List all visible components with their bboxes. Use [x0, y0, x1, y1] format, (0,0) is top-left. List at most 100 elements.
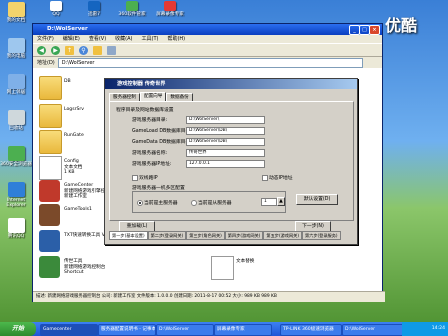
- desktop-icon[interactable]: 腾讯QQ: [0, 218, 32, 239]
- desktop-icon-label: 我的电脑: [6, 54, 26, 59]
- application-icon: [39, 230, 60, 252]
- desktop-icon-label: 迅雷7: [87, 12, 101, 17]
- youku-logo: 优酷: [385, 16, 418, 35]
- desktop-icon-label: 360软件管家: [118, 12, 146, 17]
- slave-radio-label: 当前是从服务器: [198, 201, 232, 206]
- step-tab[interactable]: 第一步(基本设置): [109, 231, 148, 240]
- field-label: GameLoad DB数据库目录:: [132, 129, 192, 134]
- step-tab[interactable]: 第四步(游戏网关): [224, 231, 264, 240]
- field-input[interactable]: D:\WolServer\DB\: [186, 127, 265, 135]
- start-button[interactable]: 开始: [0, 322, 36, 336]
- server-group: 当前是主服务器 当前是从服务器 1 ▲: [132, 191, 286, 213]
- toolbar: ◀ ▶ ↑ ⚲: [33, 43, 382, 57]
- folders-icon[interactable]: [93, 45, 102, 55]
- desktop-icon-label: QQ: [52, 12, 60, 17]
- step-tab[interactable]: 第二步(登录网关): [147, 231, 187, 240]
- application-icon: [39, 256, 60, 278]
- step-tab[interactable]: 第六步(登录服务): [301, 231, 341, 240]
- tab-2[interactable]: 数据备份: [166, 93, 193, 101]
- field-label: 游戏服务器IP地址:: [132, 162, 172, 167]
- tab-0[interactable]: 服务器控制: [109, 93, 140, 101]
- desktop-icon-image: [7, 146, 25, 161]
- dialog-tabs: 服务器控制 配置向导 数据备份: [109, 92, 193, 101]
- desktop-icon-label: 360安全浏览器: [0, 162, 32, 167]
- taskbar: 开始 Gamecenter 服务器配置说明书 - 记事本 D:\WolServer 屏…: [0, 322, 448, 336]
- menu-item[interactable]: 文件(F): [37, 36, 54, 42]
- taskbar-button[interactable]: 屏幕录像专家: [214, 324, 272, 336]
- tab-1[interactable]: 配置向导: [139, 92, 167, 101]
- desktop-icon-image: [7, 74, 25, 89]
- folder-icon: [39, 130, 62, 154]
- views-icon[interactable]: [107, 45, 116, 55]
- explorer-title: D:\WolServer: [47, 26, 88, 32]
- desktop-icon[interactable]: 360软件管家: [112, 1, 152, 17]
- file-item-label: 文本替换: [236, 259, 255, 264]
- menu-bar: 文件(F) 编辑(E) 查看(V) 收藏(A) 工具(T) 帮助(H): [33, 35, 382, 43]
- group-title: 游戏服务器一机多区配置: [132, 186, 185, 191]
- folder-icon: [39, 104, 62, 128]
- default-button[interactable]: 默认设置(D): [296, 194, 338, 205]
- folder-icon: [39, 76, 62, 100]
- desktop-icon[interactable]: 我的电脑: [0, 38, 32, 59]
- application-icon: [39, 180, 60, 202]
- taskbar-button[interactable]: Gamecenter: [40, 324, 98, 336]
- close-button[interactable]: ×: [369, 25, 380, 35]
- section-title: 程序目录及网站数据库设置: [116, 108, 174, 113]
- taskbar-button[interactable]: D:\WolServer: [342, 324, 404, 336]
- explorer-titlebar[interactable]: D:\WolServer _ □ ×: [33, 24, 382, 35]
- desktop-icon-label: 腾讯QQ: [7, 234, 25, 239]
- server-number-stepper[interactable]: ▲: [277, 197, 285, 206]
- dialog-title[interactable]: 游戏控制器 传奇世界: [105, 79, 357, 89]
- wizard-step-tabs: 第一步(基本设置) 第二步(登录网关) 第三步(角色网关) 第四步(游戏网关) 第五步(…: [109, 231, 341, 240]
- desktop-icon[interactable]: QQ: [36, 1, 76, 17]
- dynamic-ip-checkbox[interactable]: [262, 175, 268, 181]
- desktop-icon-label: 回收站: [9, 126, 23, 131]
- file-item-label: 传世工具 新建网络游戏控制台 Shortcut: [64, 259, 106, 275]
- address-label: 地址(D): [37, 60, 55, 66]
- taskbar-button[interactable]: TP-LINK 360极速浏览器: [280, 324, 342, 336]
- application-icon: [39, 204, 60, 226]
- desktop-icon[interactable]: 屏幕录像专家: [150, 1, 190, 17]
- field-input[interactable]: D:\WolServer\DB\: [186, 138, 265, 146]
- server-number-input[interactable]: 1: [261, 198, 277, 206]
- field-input[interactable]: D:\WolServer\: [186, 116, 265, 124]
- menu-item[interactable]: 工具(T): [142, 36, 159, 42]
- clock: 14:24: [431, 326, 445, 331]
- desktop-icon-image: [50, 1, 62, 11]
- dynamic-ip-label: 动态IP地址: [269, 176, 293, 181]
- system-tray: 14:24: [402, 322, 448, 336]
- desktop-icon[interactable]: 迅雷7: [74, 1, 114, 17]
- step-tab[interactable]: 第三步(角色网关): [186, 231, 225, 240]
- desktop-icon[interactable]: 我的文档: [0, 2, 32, 23]
- menu-item[interactable]: 编辑(E): [63, 36, 80, 42]
- menu-item[interactable]: 收藏(A): [115, 36, 132, 42]
- settings-panel: 程序目录及网站数据库设置 游戏服务器目录: D:\WolServer\ GameLo…: [109, 101, 354, 221]
- field-input[interactable]: 127.0.0.1: [186, 160, 265, 168]
- desktop-icon[interactable]: 360安全浏览器: [0, 146, 32, 167]
- master-radio[interactable]: [137, 200, 143, 206]
- back-icon[interactable]: ◀: [37, 45, 46, 55]
- address-input[interactable]: D:\WolServer: [57, 57, 363, 68]
- desktop-icon-label: Internet Explorer: [6, 198, 26, 208]
- dual-ip-checkbox[interactable]: [132, 175, 138, 181]
- document-icon: [211, 256, 234, 280]
- address-bar: 地址(D) D:\WolServer: [33, 57, 382, 68]
- desktop-icon-image: [7, 38, 25, 53]
- field-input[interactable]: 传奇世界: [186, 149, 265, 157]
- slave-radio[interactable]: [191, 200, 197, 206]
- document-icon: [39, 156, 62, 180]
- search-icon[interactable]: ⚲: [79, 45, 88, 55]
- taskbar-button[interactable]: 服务器配置说明书 - 记事本: [98, 324, 156, 336]
- desktop-icon-image: [7, 2, 25, 17]
- desktop-icon[interactable]: 回收站: [0, 110, 32, 131]
- forward-icon[interactable]: ▶: [51, 45, 60, 55]
- desktop-icon[interactable]: Internet Explorer: [0, 182, 32, 208]
- desktop-icon[interactable]: 网上邻居: [0, 74, 32, 95]
- menu-item[interactable]: 查看(V): [89, 36, 106, 42]
- taskbar-button[interactable]: D:\WolServer: [156, 324, 214, 336]
- menu-item[interactable]: 帮助(H): [167, 36, 185, 42]
- desktop-icon-image: [126, 1, 138, 11]
- step-tab[interactable]: 第五步(游戏网关): [263, 231, 302, 240]
- up-folder-icon[interactable]: ↑: [65, 45, 74, 55]
- field-label: 游戏服务器目录:: [132, 118, 168, 123]
